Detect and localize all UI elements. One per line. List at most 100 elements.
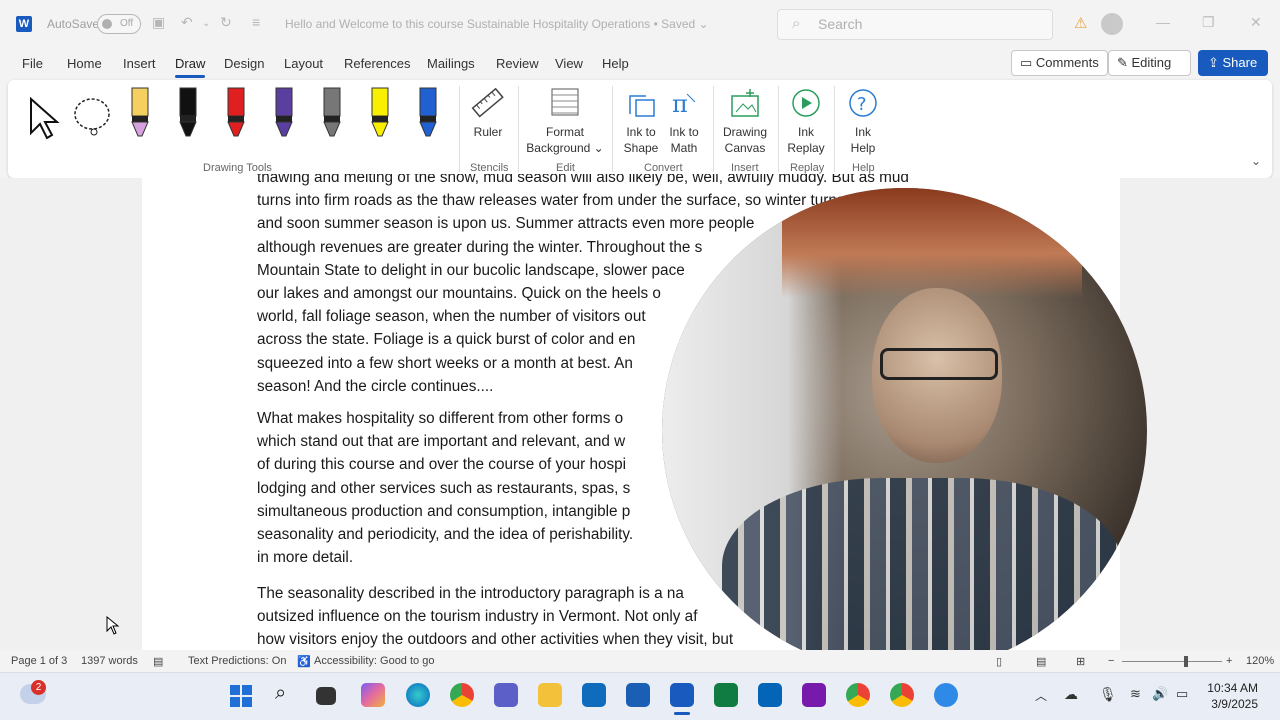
pen-5-icon[interactable]: [323, 87, 341, 137]
save-icon[interactable]: ▣: [152, 14, 165, 31]
tab-file[interactable]: File: [22, 56, 43, 71]
lasso-select-icon[interactable]: [72, 96, 116, 140]
tab-references[interactable]: References: [344, 56, 410, 71]
warning-icon[interactable]: ⚠: [1074, 14, 1087, 32]
pen-1-icon[interactable]: [131, 87, 149, 137]
document-title[interactable]: Hello and Welcome to this course Sustain…: [285, 17, 709, 31]
redo-icon[interactable]: ↻: [220, 14, 232, 31]
autosave-label: AutoSave: [47, 17, 100, 31]
onenote-icon[interactable]: [802, 683, 826, 707]
chrome-icon[interactable]: [450, 683, 474, 707]
user-avatar[interactable]: [1101, 13, 1123, 35]
active-app-indicator: [674, 712, 690, 715]
proofing-icon[interactable]: ▤: [153, 655, 163, 668]
web-layout-icon[interactable]: ⊞: [1076, 655, 1085, 668]
restore-icon[interactable]: ❐: [1202, 14, 1215, 31]
pen-6-icon[interactable]: [371, 87, 389, 137]
comments-button[interactable]: ▭ Comments: [1011, 50, 1108, 76]
accessibility-status[interactable]: Accessibility: Good to go: [314, 655, 434, 667]
title-bar: W AutoSave Off ▣ ↶ ⌄ ↻ ≡ Hello and Welco…: [0, 0, 1280, 48]
tab-insert[interactable]: Insert: [123, 56, 156, 71]
file-explorer-icon[interactable]: [538, 683, 562, 707]
pen-4-icon[interactable]: [275, 87, 293, 137]
settings-gear-icon[interactable]: [934, 683, 958, 707]
microphone-icon[interactable]: 🎙: [1099, 686, 1117, 703]
svg-text:?: ?: [857, 94, 867, 115]
word-count[interactable]: 1397 words: [81, 655, 138, 667]
minimize-icon[interactable]: —: [1156, 14, 1170, 30]
onedrive-icon[interactable]: ☁: [1064, 686, 1078, 703]
weather-badge: 2: [31, 680, 46, 695]
ribbon-separator: [834, 86, 835, 172]
share-button[interactable]: ⇪ Share: [1198, 50, 1268, 76]
tab-review[interactable]: Review: [496, 56, 539, 71]
show-hidden-icons-icon[interactable]: ︿: [1035, 687, 1047, 704]
ink-to-math-button[interactable]: π Ink to Math: [664, 86, 704, 156]
tab-help[interactable]: Help: [602, 56, 629, 71]
system-clock[interactable]: 10:34 AM 3/9/2025: [1207, 680, 1258, 712]
battery-icon[interactable]: ▭: [1176, 686, 1188, 702]
ruler-button[interactable]: Ruler: [468, 86, 508, 140]
search-box[interactable]: ⌕ Search: [777, 9, 1053, 40]
autosave-toggle[interactable]: Off: [97, 14, 141, 34]
volume-icon[interactable]: 🔊: [1152, 686, 1168, 702]
tab-design[interactable]: Design: [224, 56, 264, 71]
store-icon[interactable]: [626, 683, 650, 707]
ruler-icon: [471, 87, 504, 118]
ink-to-shape-icon: [629, 95, 655, 117]
pen-3-icon[interactable]: [227, 87, 245, 137]
task-view-icon[interactable]: [316, 687, 336, 705]
undo-dropdown-icon[interactable]: ⌄: [202, 18, 210, 29]
page-count[interactable]: Page 1 of 3: [11, 655, 67, 667]
taskbar-search-icon[interactable]: ⌕: [275, 682, 286, 705]
ink-replay-button[interactable]: Ink Replay: [786, 86, 826, 156]
edge-icon[interactable]: [406, 683, 430, 707]
word-taskbar-icon[interactable]: [670, 683, 694, 707]
tab-mailings[interactable]: Mailings: [427, 56, 475, 71]
pen-7-icon[interactable]: [419, 87, 437, 137]
customize-qat-icon[interactable]: ≡: [252, 14, 260, 30]
windows-start-icon[interactable]: [229, 684, 253, 708]
zoom-slider[interactable]: [1122, 661, 1222, 662]
ink-replay-label-1: Ink: [797, 125, 814, 139]
close-icon[interactable]: ✕: [1250, 14, 1262, 31]
tab-draw[interactable]: Draw: [175, 56, 206, 78]
zoom-slider-thumb[interactable]: [1184, 656, 1189, 667]
ink-to-shape-button[interactable]: Ink to Shape: [619, 86, 663, 156]
background-grid-icon: [551, 88, 579, 116]
copilot-icon[interactable]: [361, 683, 385, 707]
share-label: Share: [1222, 55, 1258, 70]
text-predictions[interactable]: Text Predictions: On: [188, 655, 286, 667]
ribbon-separator: [612, 86, 613, 172]
focus-mode-icon[interactable]: ▯: [996, 655, 1002, 668]
chrome-profile-icon[interactable]: [846, 683, 870, 707]
print-layout-icon[interactable]: ▤: [1036, 655, 1046, 668]
zoom-level[interactable]: 120%: [1246, 655, 1274, 667]
wifi-icon[interactable]: ≋: [1130, 686, 1141, 702]
format-background-button[interactable]: Format Background ⌄: [524, 86, 606, 156]
drawing-canvas-label-2: Canvas: [724, 141, 766, 155]
teams-icon[interactable]: [494, 683, 518, 707]
ink-help-button[interactable]: ? Ink Help: [843, 86, 883, 156]
excel-icon[interactable]: [714, 683, 738, 707]
select-arrow-icon[interactable]: [28, 96, 60, 140]
outlook-icon[interactable]: [758, 683, 782, 707]
drawing-canvas-button[interactable]: Drawing Canvas: [719, 86, 771, 156]
ink-to-shape-label-1: Ink to: [626, 125, 656, 139]
undo-icon[interactable]: ↶: [181, 14, 193, 31]
webcam-background: [782, 188, 1082, 298]
group-help: Help: [852, 162, 875, 174]
collapse-ribbon-icon[interactable]: ⌄: [1251, 154, 1261, 168]
tab-layout[interactable]: Layout: [284, 56, 323, 71]
tab-view[interactable]: View: [555, 56, 583, 71]
outlook-new-icon[interactable]: [582, 683, 606, 707]
zoom-in-icon[interactable]: +: [1226, 655, 1232, 667]
editing-mode-button[interactable]: ✎ Editing ⌄: [1108, 50, 1191, 86]
word-app-icon: W: [16, 16, 32, 32]
tab-home[interactable]: Home: [67, 56, 102, 71]
zoom-out-icon[interactable]: −: [1108, 655, 1114, 667]
ruler-label: Ruler: [473, 125, 503, 139]
webcam-overlay: [662, 188, 1147, 673]
chrome-profile-icon[interactable]: [890, 683, 914, 707]
pen-2-icon[interactable]: [179, 87, 197, 137]
